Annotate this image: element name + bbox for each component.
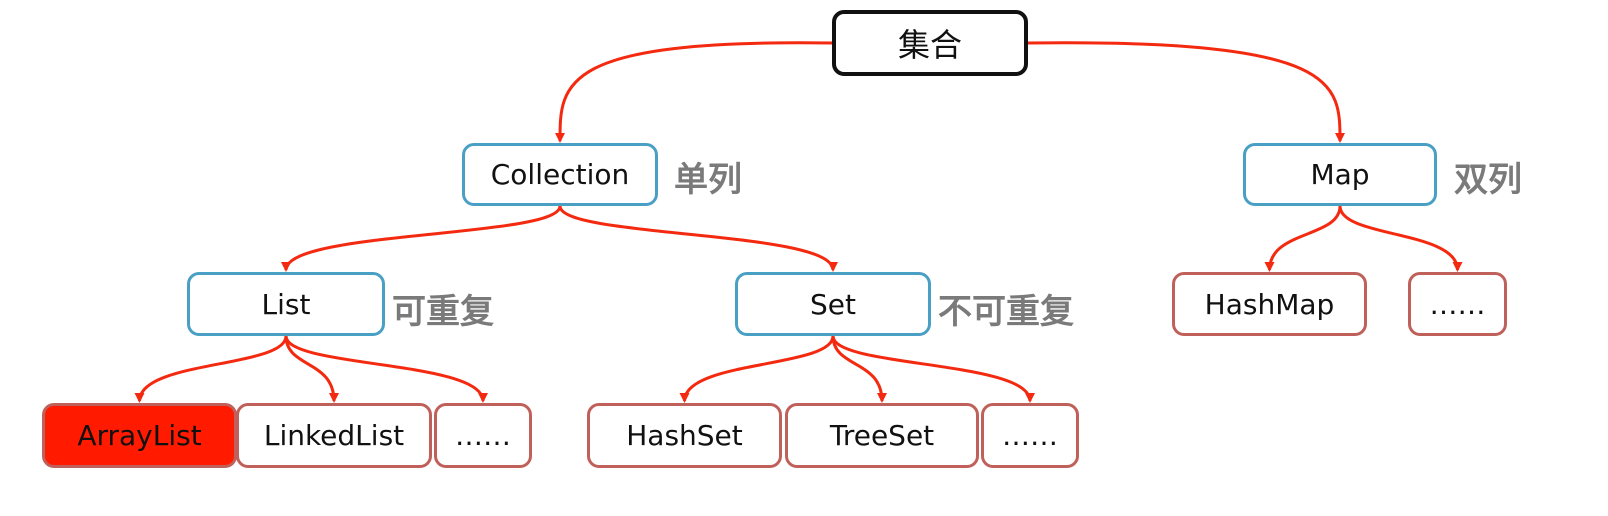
edge-root-to-map bbox=[1027, 41, 1345, 143]
node-linkedlist: LinkedList bbox=[236, 403, 432, 468]
node-set-more: …… bbox=[981, 403, 1079, 468]
note-map: 双列 bbox=[1454, 160, 1522, 200]
node-collection: Collection bbox=[462, 143, 658, 206]
edge-map-to-map_more bbox=[1338, 205, 1463, 272]
edge-root-to-collection bbox=[555, 41, 833, 143]
collection-hierarchy-diagram: 集合 Collection 单列 Map 双列 List 可重复 Set 不可重… bbox=[0, 0, 1608, 516]
node-root: 集合 bbox=[832, 10, 1028, 76]
edge-list-to-arraylist bbox=[134, 335, 288, 403]
node-list-more: …… bbox=[434, 403, 532, 468]
node-set: Set bbox=[735, 272, 931, 336]
node-treeset: TreeSet bbox=[785, 403, 979, 468]
node-list: List bbox=[187, 272, 385, 336]
node-hashmap: HashMap bbox=[1172, 272, 1367, 336]
node-hashset: HashSet bbox=[587, 403, 782, 468]
node-map-more: …… bbox=[1408, 272, 1507, 336]
edge-map-to-hashmap bbox=[1264, 205, 1342, 272]
note-list: 可重复 bbox=[392, 292, 494, 332]
node-map: Map bbox=[1243, 143, 1437, 206]
note-collection: 单列 bbox=[674, 160, 742, 200]
node-arraylist: ArrayList bbox=[42, 403, 237, 468]
edge-collection-to-list bbox=[281, 205, 562, 272]
edge-set-to-hashset bbox=[679, 335, 835, 403]
edge-collection-to-set bbox=[558, 205, 838, 272]
note-set: 不可重复 bbox=[938, 292, 1074, 332]
